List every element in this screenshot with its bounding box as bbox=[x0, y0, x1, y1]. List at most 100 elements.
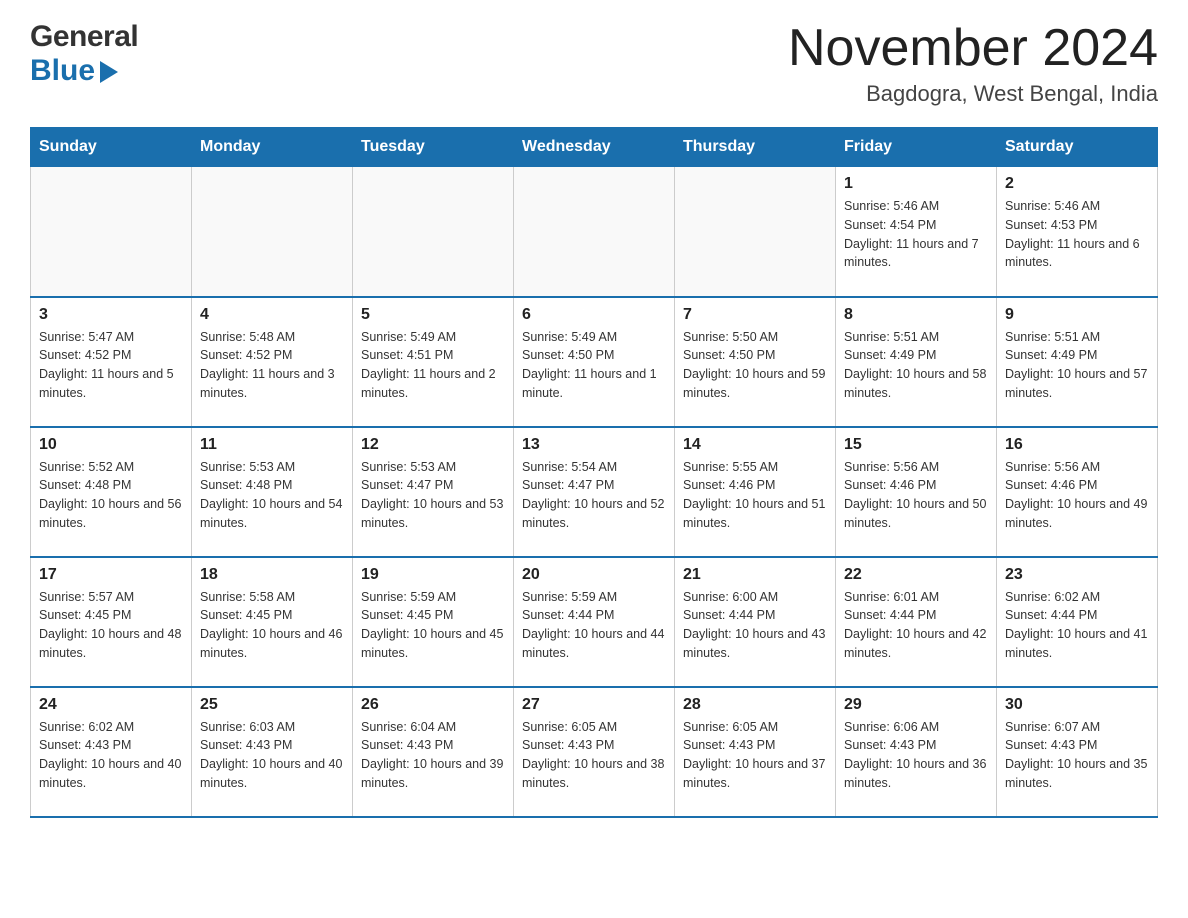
calendar-cell: 29 Sunrise: 6:06 AMSunset: 4:43 PMDayligh… bbox=[836, 687, 997, 817]
day-number: 8 bbox=[844, 306, 988, 324]
day-info: Sunrise: 5:46 AMSunset: 4:53 PMDaylight:… bbox=[1005, 197, 1149, 272]
week-row-3: 10Sunrise: 5:52 AMSunset: 4:48 PMDayligh… bbox=[31, 427, 1158, 557]
day-number: 12 bbox=[361, 436, 505, 454]
day-number: 17 bbox=[39, 566, 183, 584]
calendar-cell: 6 Sunrise: 5:49 AMSunset: 4:50 PMDaylight… bbox=[514, 297, 675, 427]
calendar-cell: 18Sunrise: 5:58 AMSunset: 4:45 PMDayligh… bbox=[192, 557, 353, 687]
day-number: 27 bbox=[522, 696, 666, 714]
day-info: Sunrise: 5:49 AMSunset: 4:51 PMDaylight:… bbox=[361, 328, 505, 403]
day-number: 10 bbox=[39, 436, 183, 454]
calendar-cell: 8 Sunrise: 5:51 AMSunset: 4:49 PMDaylight… bbox=[836, 297, 997, 427]
day-number: 9 bbox=[1005, 306, 1149, 324]
calendar-cell: 28 Sunrise: 6:05 AMSunset: 4:43 PMDayligh… bbox=[675, 687, 836, 817]
day-number: 30 bbox=[1005, 696, 1149, 714]
day-info: Sunrise: 5:47 AMSunset: 4:52 PMDaylight:… bbox=[39, 328, 183, 403]
day-info: Sunrise: 5:49 AMSunset: 4:50 PMDaylight:… bbox=[522, 328, 666, 403]
day-number: 18 bbox=[200, 566, 344, 584]
header-day-friday: Friday bbox=[836, 128, 997, 167]
day-info: Sunrise: 6:03 AMSunset: 4:43 PMDaylight:… bbox=[200, 718, 344, 793]
calendar-cell: 19 Sunrise: 5:59 AMSunset: 4:45 PMDayligh… bbox=[353, 557, 514, 687]
calendar-cell: 17 Sunrise: 5:57 AMSunset: 4:45 PMDayligh… bbox=[31, 557, 192, 687]
day-info: Sunrise: 5:46 AMSunset: 4:54 PMDaylight:… bbox=[844, 197, 988, 272]
day-info: Sunrise: 6:01 AMSunset: 4:44 PMDaylight:… bbox=[844, 588, 988, 663]
day-info: Sunrise: 5:59 AMSunset: 4:45 PMDaylight:… bbox=[361, 588, 505, 663]
header-day-wednesday: Wednesday bbox=[514, 128, 675, 167]
calendar-cell: 3 Sunrise: 5:47 AMSunset: 4:52 PMDaylight… bbox=[31, 297, 192, 427]
week-row-2: 3 Sunrise: 5:47 AMSunset: 4:52 PMDaylight… bbox=[31, 297, 1158, 427]
day-number: 6 bbox=[522, 306, 666, 324]
calendar-cell: 14 Sunrise: 5:55 AMSunset: 4:46 PMDayligh… bbox=[675, 427, 836, 557]
calendar-cell: 12 Sunrise: 5:53 AMSunset: 4:47 PMDayligh… bbox=[353, 427, 514, 557]
calendar-cell: 21 Sunrise: 6:00 AMSunset: 4:44 PMDayligh… bbox=[675, 557, 836, 687]
calendar-cell: 26 Sunrise: 6:04 AMSunset: 4:43 PMDayligh… bbox=[353, 687, 514, 817]
calendar-cell: 15 Sunrise: 5:56 AMSunset: 4:46 PMDayligh… bbox=[836, 427, 997, 557]
day-number: 2 bbox=[1005, 175, 1149, 193]
day-number: 21 bbox=[683, 566, 827, 584]
day-number: 28 bbox=[683, 696, 827, 714]
calendar-cell: 25 Sunrise: 6:03 AMSunset: 4:43 PMDayligh… bbox=[192, 687, 353, 817]
header-row: SundayMondayTuesdayWednesdayThursdayFrid… bbox=[31, 128, 1158, 167]
calendar-cell bbox=[192, 167, 353, 297]
day-info: Sunrise: 5:50 AMSunset: 4:50 PMDaylight:… bbox=[683, 328, 827, 403]
calendar-cell: 7 Sunrise: 5:50 AMSunset: 4:50 PMDaylight… bbox=[675, 297, 836, 427]
day-number: 19 bbox=[361, 566, 505, 584]
calendar-cell bbox=[514, 167, 675, 297]
day-number: 23 bbox=[1005, 566, 1149, 584]
day-info: Sunrise: 6:02 AMSunset: 4:43 PMDaylight:… bbox=[39, 718, 183, 793]
page-header: General Blue November 2024 Bagdogra, Wes… bbox=[30, 20, 1158, 107]
day-info: Sunrise: 6:02 AMSunset: 4:44 PMDaylight:… bbox=[1005, 588, 1149, 663]
day-number: 11 bbox=[200, 436, 344, 454]
day-info: Sunrise: 6:07 AMSunset: 4:43 PMDaylight:… bbox=[1005, 718, 1149, 793]
day-info: Sunrise: 5:55 AMSunset: 4:46 PMDaylight:… bbox=[683, 458, 827, 533]
day-number: 5 bbox=[361, 306, 505, 324]
location-label: Bagdogra, West Bengal, India bbox=[788, 81, 1158, 107]
day-info: Sunrise: 5:57 AMSunset: 4:45 PMDaylight:… bbox=[39, 588, 183, 663]
calendar-cell: 13 Sunrise: 5:54 AMSunset: 4:47 PMDayligh… bbox=[514, 427, 675, 557]
calendar-cell: 22 Sunrise: 6:01 AMSunset: 4:44 PMDayligh… bbox=[836, 557, 997, 687]
calendar-cell: 11 Sunrise: 5:53 AMSunset: 4:48 PMDayligh… bbox=[192, 427, 353, 557]
calendar-cell: 9 Sunrise: 5:51 AMSunset: 4:49 PMDaylight… bbox=[997, 297, 1158, 427]
day-info: Sunrise: 5:53 AMSunset: 4:48 PMDaylight:… bbox=[200, 458, 344, 533]
day-number: 15 bbox=[844, 436, 988, 454]
calendar-cell: 5 Sunrise: 5:49 AMSunset: 4:51 PMDaylight… bbox=[353, 297, 514, 427]
day-info: Sunrise: 5:51 AMSunset: 4:49 PMDaylight:… bbox=[1005, 328, 1149, 403]
day-number: 20 bbox=[522, 566, 666, 584]
logo-general: General bbox=[30, 20, 138, 54]
day-number: 13 bbox=[522, 436, 666, 454]
day-info: Sunrise: 5:53 AMSunset: 4:47 PMDaylight:… bbox=[361, 458, 505, 533]
calendar-cell: 16 Sunrise: 5:56 AMSunset: 4:46 PMDayligh… bbox=[997, 427, 1158, 557]
calendar-cell: 1 Sunrise: 5:46 AMSunset: 4:54 PMDaylight… bbox=[836, 167, 997, 297]
day-info: Sunrise: 5:51 AMSunset: 4:49 PMDaylight:… bbox=[844, 328, 988, 403]
day-info: Sunrise: 6:06 AMSunset: 4:43 PMDaylight:… bbox=[844, 718, 988, 793]
day-number: 25 bbox=[200, 696, 344, 714]
day-info: Sunrise: 6:05 AMSunset: 4:43 PMDaylight:… bbox=[683, 718, 827, 793]
day-number: 3 bbox=[39, 306, 183, 324]
calendar-cell: 20Sunrise: 5:59 AMSunset: 4:44 PMDayligh… bbox=[514, 557, 675, 687]
day-info: Sunrise: 6:05 AMSunset: 4:43 PMDaylight:… bbox=[522, 718, 666, 793]
day-number: 7 bbox=[683, 306, 827, 324]
day-info: Sunrise: 5:56 AMSunset: 4:46 PMDaylight:… bbox=[844, 458, 988, 533]
day-number: 22 bbox=[844, 566, 988, 584]
day-info: Sunrise: 6:00 AMSunset: 4:44 PMDaylight:… bbox=[683, 588, 827, 663]
day-number: 14 bbox=[683, 436, 827, 454]
calendar-cell: 23 Sunrise: 6:02 AMSunset: 4:44 PMDayligh… bbox=[997, 557, 1158, 687]
day-number: 1 bbox=[844, 175, 988, 193]
day-number: 4 bbox=[200, 306, 344, 324]
day-number: 16 bbox=[1005, 436, 1149, 454]
calendar-cell: 2 Sunrise: 5:46 AMSunset: 4:53 PMDaylight… bbox=[997, 167, 1158, 297]
calendar-cell bbox=[675, 167, 836, 297]
calendar-cell: 30 Sunrise: 6:07 AMSunset: 4:43 PMDayligh… bbox=[997, 687, 1158, 817]
calendar-cell bbox=[353, 167, 514, 297]
day-number: 29 bbox=[844, 696, 988, 714]
day-info: Sunrise: 6:04 AMSunset: 4:43 PMDaylight:… bbox=[361, 718, 505, 793]
calendar-cell bbox=[31, 167, 192, 297]
day-info: Sunrise: 5:54 AMSunset: 4:47 PMDaylight:… bbox=[522, 458, 666, 533]
day-number: 24 bbox=[39, 696, 183, 714]
logo-blue: Blue bbox=[30, 54, 138, 88]
title-section: November 2024 Bagdogra, West Bengal, Ind… bbox=[788, 20, 1158, 107]
header-day-tuesday: Tuesday bbox=[353, 128, 514, 167]
header-day-thursday: Thursday bbox=[675, 128, 836, 167]
day-number: 26 bbox=[361, 696, 505, 714]
header-day-sunday: Sunday bbox=[31, 128, 192, 167]
day-info: Sunrise: 5:56 AMSunset: 4:46 PMDaylight:… bbox=[1005, 458, 1149, 533]
